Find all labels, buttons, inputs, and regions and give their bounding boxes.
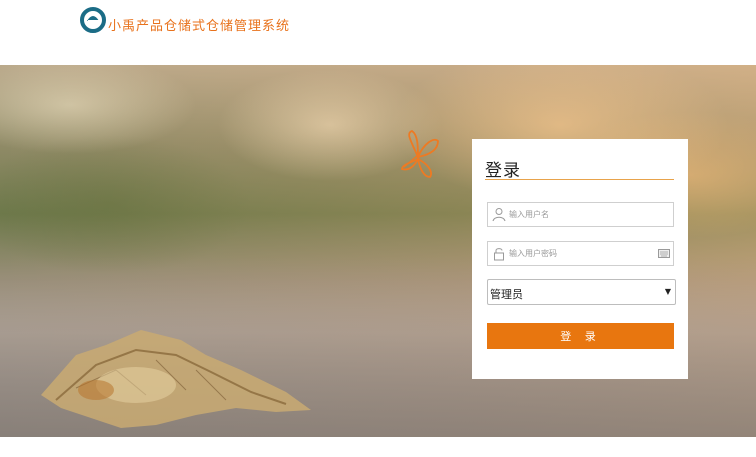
login-button[interactable]: 登 录 [487,323,674,349]
lock-icon [494,248,504,261]
keyboard-icon[interactable] [658,249,670,258]
butterfly-icon [401,130,439,178]
leaf-image [41,330,311,428]
username-field[interactable] [487,202,674,227]
logo-icon [80,7,106,33]
username-input[interactable] [509,206,649,223]
login-panel: 登录 管理员 ▼ 登 录 [472,139,688,379]
caret-down-icon: ▼ [664,287,671,296]
footer [0,437,756,457]
title-divider [485,179,674,180]
user-icon [492,208,506,222]
app-title: 小禹产品仓储式仓储管理系统 [108,19,291,34]
role-select[interactable]: 管理员 ▼ [487,279,676,305]
login-title: 登录 [485,161,521,181]
role-selected-value: 管理员 [490,288,523,301]
header: 小禹产品仓储式仓储管理系统 [0,0,756,65]
password-input[interactable] [509,245,649,262]
password-field[interactable] [487,241,674,266]
